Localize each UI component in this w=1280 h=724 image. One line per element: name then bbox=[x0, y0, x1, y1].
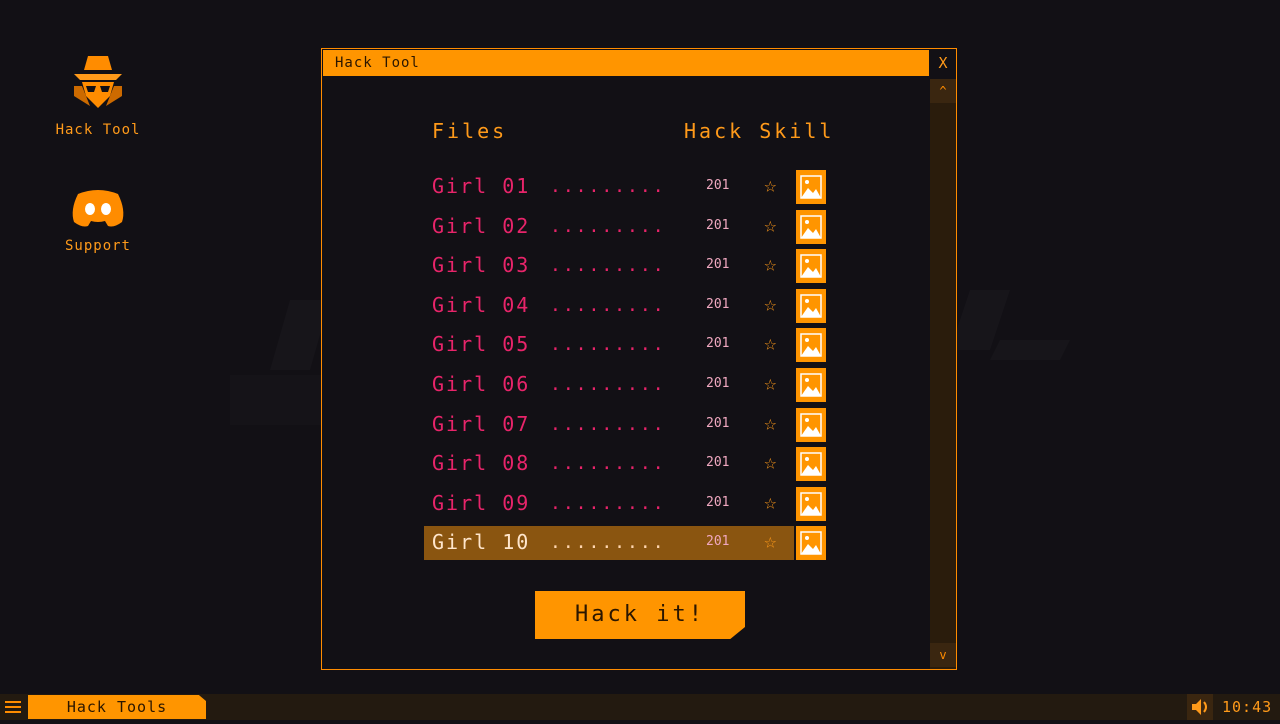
file-dots: ......... bbox=[550, 413, 666, 435]
file-name: Girl 09 bbox=[432, 490, 531, 515]
image-icon bbox=[800, 373, 822, 397]
star-icon[interactable]: ☆ bbox=[764, 173, 777, 197]
hack-skill-value: 201 bbox=[706, 178, 730, 193]
taskbar: Hack Tools 10:43 bbox=[0, 694, 1280, 720]
image-icon bbox=[800, 175, 822, 199]
image-icon bbox=[800, 294, 822, 318]
file-dots: ......... bbox=[550, 453, 666, 475]
hack-tool-window: Hack Tool X ^ v Files Hack Skill Girl 01… bbox=[321, 48, 957, 670]
hacker-icon bbox=[74, 56, 122, 108]
file-row[interactable]: Girl 02......... 201 ☆ bbox=[424, 209, 826, 244]
volume-button[interactable] bbox=[1187, 694, 1213, 720]
hack-skill-value: 201 bbox=[706, 534, 730, 550]
star-icon[interactable]: ☆ bbox=[764, 450, 777, 474]
file-row[interactable]: Girl 09......... 201 ☆ bbox=[424, 486, 826, 521]
image-icon bbox=[800, 333, 822, 358]
file-row[interactable]: Girl 05......... 201 ☆ bbox=[424, 328, 826, 363]
menu-icon bbox=[5, 701, 21, 713]
hack-skill-value: 201 bbox=[706, 494, 730, 510]
image-file-button[interactable] bbox=[796, 368, 826, 402]
hack-skill-value: 201 bbox=[706, 336, 730, 352]
speaker-icon bbox=[1192, 699, 1207, 715]
column-header-files: Files bbox=[432, 119, 508, 143]
image-icon bbox=[800, 214, 822, 239]
star-icon[interactable]: ☆ bbox=[764, 292, 777, 316]
star-icon[interactable]: ☆ bbox=[764, 371, 777, 395]
window-title: Hack Tool bbox=[335, 55, 420, 71]
file-row[interactable]: Girl 03......... 201 ☆ bbox=[424, 249, 826, 284]
clock: 10:43 bbox=[1222, 698, 1273, 716]
desktop-icon-label: Hack Tool bbox=[55, 122, 141, 138]
image-icon bbox=[800, 254, 822, 278]
window-titlebar[interactable]: Hack Tool bbox=[323, 50, 929, 76]
star-icon[interactable]: ☆ bbox=[764, 213, 777, 237]
hack-skill-value: 201 bbox=[706, 376, 730, 391]
scrollbar[interactable]: ^ v bbox=[930, 79, 956, 669]
file-dots: ......... bbox=[550, 294, 666, 316]
image-file-button[interactable] bbox=[796, 209, 826, 244]
column-header-hack-skill: Hack Skill bbox=[684, 119, 835, 143]
close-button[interactable]: X bbox=[930, 50, 956, 76]
hack-skill-value: 201 bbox=[706, 257, 730, 273]
desktop-icon-hack-tool[interactable]: Hack Tool bbox=[38, 52, 158, 138]
file-row[interactable]: Girl 04......... 201 ☆ bbox=[424, 288, 826, 323]
file-name: Girl 02 bbox=[432, 213, 531, 238]
discord-icon bbox=[72, 190, 124, 227]
image-icon bbox=[800, 412, 822, 437]
file-dots: ......... bbox=[550, 215, 666, 237]
file-row[interactable]: Girl 01......... 201 ☆ bbox=[424, 170, 826, 204]
file-name: Girl 03 bbox=[432, 253, 531, 278]
file-name: Girl 10 bbox=[432, 530, 531, 555]
image-icon bbox=[800, 452, 822, 476]
file-dots: ......... bbox=[550, 374, 666, 395]
file-name: Girl 04 bbox=[432, 292, 531, 317]
hack-skill-value: 201 bbox=[706, 415, 730, 431]
file-name: Girl 08 bbox=[432, 451, 531, 476]
image-file-button[interactable] bbox=[796, 526, 826, 561]
image-file-button[interactable] bbox=[796, 447, 826, 482]
file-name: Girl 01 bbox=[432, 174, 531, 198]
desktop-icon-support[interactable]: Support bbox=[38, 186, 158, 254]
file-dots: ......... bbox=[550, 255, 666, 277]
image-file-button[interactable] bbox=[796, 486, 826, 521]
image-file-button[interactable] bbox=[796, 170, 826, 204]
star-icon[interactable]: ☆ bbox=[764, 252, 777, 276]
star-icon[interactable]: ☆ bbox=[764, 490, 777, 514]
file-dots: ......... bbox=[550, 532, 666, 554]
file-row[interactable]: Girl 06......... 201 ☆ bbox=[424, 368, 826, 402]
file-row[interactable]: Girl 07......... 201 ☆ bbox=[424, 407, 826, 442]
scroll-up-button[interactable]: ^ bbox=[930, 79, 956, 103]
star-icon[interactable]: ☆ bbox=[764, 529, 777, 553]
desktop-icon-label: Support bbox=[64, 238, 131, 254]
hack-skill-value: 201 bbox=[706, 296, 730, 312]
file-name: Girl 05 bbox=[432, 332, 531, 357]
file-dots: ......... bbox=[550, 176, 666, 197]
image-file-button[interactable] bbox=[796, 407, 826, 442]
image-file-button[interactable] bbox=[796, 328, 826, 363]
image-file-button[interactable] bbox=[796, 288, 826, 323]
file-name: Girl 06 bbox=[432, 372, 531, 396]
scroll-down-button[interactable]: v bbox=[930, 643, 956, 667]
taskbar-item-hack-tools[interactable]: Hack Tools bbox=[28, 695, 206, 719]
hack-skill-value: 201 bbox=[706, 217, 730, 233]
star-icon[interactable]: ☆ bbox=[764, 411, 777, 435]
file-dots: ......... bbox=[550, 492, 666, 514]
start-menu-button[interactable] bbox=[0, 694, 26, 720]
image-file-button[interactable] bbox=[796, 249, 826, 284]
hack-it-button[interactable]: Hack it! bbox=[535, 591, 745, 639]
file-row[interactable]: Girl 08......... 201 ☆ bbox=[424, 447, 826, 482]
hack-skill-value: 201 bbox=[706, 455, 730, 471]
star-icon[interactable]: ☆ bbox=[764, 331, 777, 355]
image-icon bbox=[800, 492, 822, 516]
file-name: Girl 07 bbox=[432, 411, 531, 436]
file-dots: ......... bbox=[550, 334, 666, 356]
image-icon bbox=[800, 531, 822, 556]
file-row[interactable]: Girl 10......... 201 ☆ bbox=[424, 526, 826, 561]
